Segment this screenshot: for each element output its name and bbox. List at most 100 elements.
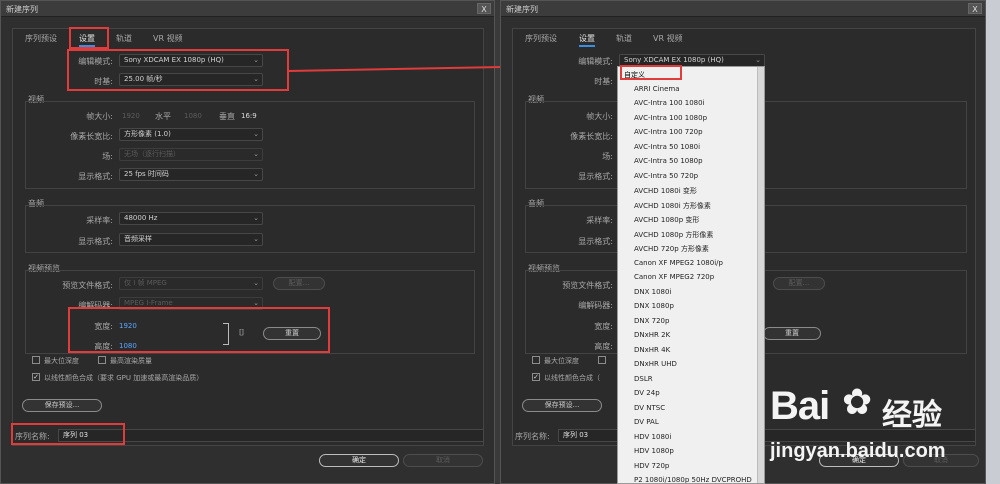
tab-settings[interactable]: 设置 — [579, 33, 595, 47]
pixel-aspect-dropdown[interactable]: 方形像素 (1.0) ⌄ — [119, 128, 263, 141]
max-depth-checkbox[interactable] — [32, 356, 40, 364]
reset-button[interactable]: 重置 — [763, 327, 821, 340]
height-label: 高度: — [594, 342, 613, 351]
configure-button: 配置... — [273, 277, 325, 290]
field-label: 场: — [102, 152, 113, 161]
linear-color-label: 以线性颜色合成（要求 GPU 加速或最高渲染品质） — [44, 374, 204, 382]
dropdown-item[interactable]: DV 24p — [634, 389, 660, 397]
codec-label: 编解码器: — [578, 301, 613, 310]
chevron-down-icon: ⌄ — [253, 170, 259, 178]
tab-tracks[interactable]: 轨道 — [616, 33, 632, 44]
dropdown-item[interactable]: AVCHD 1080p 方形像素 — [634, 230, 713, 240]
preview-format-dropdown: 仅 I 帧 MPEG ⌄ — [119, 277, 263, 290]
dropdown-item[interactable]: P2 1080i/1080p 50Hz DVCPROHD — [634, 476, 752, 483]
ok-button[interactable]: 确定 — [319, 454, 399, 467]
max-quality-checkbox[interactable] — [598, 356, 606, 364]
dropdown-item[interactable]: DNX 720p — [634, 317, 669, 325]
max-depth-label: 最大位深度 — [44, 357, 79, 365]
dropdown-item[interactable]: HDV 720p — [634, 462, 669, 470]
dropdown-item[interactable]: DNxHR 4K — [634, 346, 670, 354]
audio-display-label: 显示格式: — [578, 237, 613, 246]
title-bar: 新建序列 X — [501, 1, 985, 17]
watermark-brand-2: 经验 — [882, 398, 942, 433]
dropdown-item[interactable]: AVC-Intra 50 1080i — [634, 143, 700, 151]
horizontal-label: 水平 — [155, 112, 171, 121]
sample-rate-dropdown[interactable]: 48000 Hz ⌄ — [119, 212, 263, 225]
vertical-label: 垂直 — [219, 112, 235, 121]
dropdown-item[interactable]: DV PAL — [634, 418, 659, 426]
dropdown-item[interactable]: DNX 1080p — [634, 302, 674, 310]
dropdown-item[interactable]: DNxHR UHD — [634, 360, 677, 368]
sample-rate-label: 采样率: — [86, 216, 113, 225]
max-depth-label: 最大位深度 — [544, 357, 579, 365]
chevron-down-icon: ⌄ — [253, 150, 259, 158]
dropdown-item[interactable]: AVCHD 720p 方形像素 — [634, 244, 709, 254]
dropdown-item[interactable]: HDV 1080p — [634, 447, 674, 455]
highlight-mode-timebase — [67, 49, 289, 91]
sample-rate-label: 采样率: — [586, 216, 613, 225]
editing-mode-dropdown-list[interactable]: 自定义 ARRI Cinema AVC-Intra 100 1080i AVC-… — [617, 66, 765, 484]
audio-display-value: 音频采样 — [124, 235, 152, 243]
linear-color-checkbox[interactable]: ✓ — [32, 373, 40, 381]
dropdown-item[interactable]: AVCHD 1080i 方形像素 — [634, 201, 711, 211]
editing-mode-label: 编辑模式: — [578, 57, 613, 66]
max-depth-checkbox[interactable] — [532, 356, 540, 364]
dropdown-item[interactable]: DNX 1080i — [634, 288, 671, 296]
width-label: 宽度: — [594, 322, 613, 331]
pixel-aspect-label: 像素长宽比: — [70, 132, 113, 141]
preview-format-value: 仅 I 帧 MPEG — [124, 279, 167, 287]
watermark-brand: Bai — [770, 384, 830, 428]
sample-rate-value: 48000 Hz — [124, 214, 158, 222]
dropdown-item[interactable]: DNxHR 2K — [634, 331, 670, 339]
dropdown-item[interactable]: AVCHD 1080p 变形 — [634, 215, 699, 225]
tab-sequence-presets[interactable]: 序列预设 — [525, 33, 557, 44]
editing-mode-value: Sony XDCAM EX 1080p (HQ) — [624, 56, 724, 64]
dropdown-item[interactable]: DV NTSC — [634, 404, 665, 412]
chevron-down-icon: ⌄ — [755, 56, 761, 64]
dropdown-item[interactable]: Canon XF MPEG2 720p — [634, 273, 714, 281]
dropdown-item[interactable]: Canon XF MPEG2 1080i/p — [634, 259, 723, 267]
dropdown-item[interactable]: AVC-Intra 100 1080i — [634, 99, 705, 107]
field-dropdown: 无场（逐行扫描） ⌄ — [119, 148, 263, 161]
codec-value: MPEG I-Frame — [124, 299, 173, 307]
watermark-url: jingyan.baidu.com — [770, 440, 946, 462]
dropdown-scrollbar[interactable] — [757, 67, 764, 483]
display-format-label: 显示格式: — [78, 172, 113, 181]
tab-sequence-presets[interactable]: 序列预设 — [25, 33, 57, 44]
display-format-dropdown[interactable]: 25 fps 时间码 ⌄ — [119, 168, 263, 181]
highlight-custom-item — [620, 65, 682, 80]
close-button[interactable]: X — [477, 3, 491, 14]
aspect-ratio-value: 16:9 — [241, 112, 257, 120]
chevron-down-icon: ⌄ — [253, 130, 259, 138]
dropdown-item[interactable]: HDV 1080i — [634, 433, 671, 441]
close-button[interactable]: X — [968, 3, 982, 14]
dropdown-item[interactable]: AVC-Intra 100 1080p — [634, 114, 707, 122]
highlight-settings-tab — [69, 27, 109, 49]
dropdown-item[interactable]: ARRI Cinema — [634, 85, 680, 93]
frame-size-label: 帧大小: — [586, 112, 613, 121]
preview-format-label: 预览文件格式: — [562, 281, 613, 290]
linear-color-checkbox[interactable]: ✓ — [532, 373, 540, 381]
dropdown-item[interactable]: AVCHD 1080i 变形 — [634, 186, 697, 196]
field-label: 场: — [602, 152, 613, 161]
chevron-down-icon: ⌄ — [253, 235, 259, 243]
dropdown-item[interactable]: AVC-Intra 50 720p — [634, 172, 698, 180]
title-bar: 新建序列 X — [1, 1, 494, 17]
dropdown-item[interactable]: DSLR — [634, 375, 653, 383]
dropdown-item[interactable]: AVC-Intra 100 720p — [634, 128, 703, 136]
cancel-button[interactable]: 取消 — [403, 454, 483, 467]
chevron-down-icon: ⌄ — [253, 279, 259, 287]
max-quality-checkbox[interactable] — [98, 356, 106, 364]
tab-vr-video[interactable]: VR 视频 — [653, 33, 683, 44]
dropdown-item[interactable]: AVC-Intra 50 1080p — [634, 157, 703, 165]
save-preset-button[interactable]: 保存预设... — [22, 399, 102, 412]
frame-width-value: 1920 — [122, 112, 140, 120]
audio-display-dropdown[interactable]: 音频采样 ⌄ — [119, 233, 263, 246]
timebase-label: 时基: — [594, 77, 613, 86]
pixel-aspect-value: 方形像素 (1.0) — [124, 130, 171, 138]
linear-color-label: 以线性颜色合成（ — [544, 374, 600, 382]
tab-tracks[interactable]: 轨道 — [116, 33, 132, 44]
tab-vr-video[interactable]: VR 视频 — [153, 33, 183, 44]
display-format-value: 25 fps 时间码 — [124, 170, 169, 178]
save-preset-button[interactable]: 保存预设... — [522, 399, 602, 412]
